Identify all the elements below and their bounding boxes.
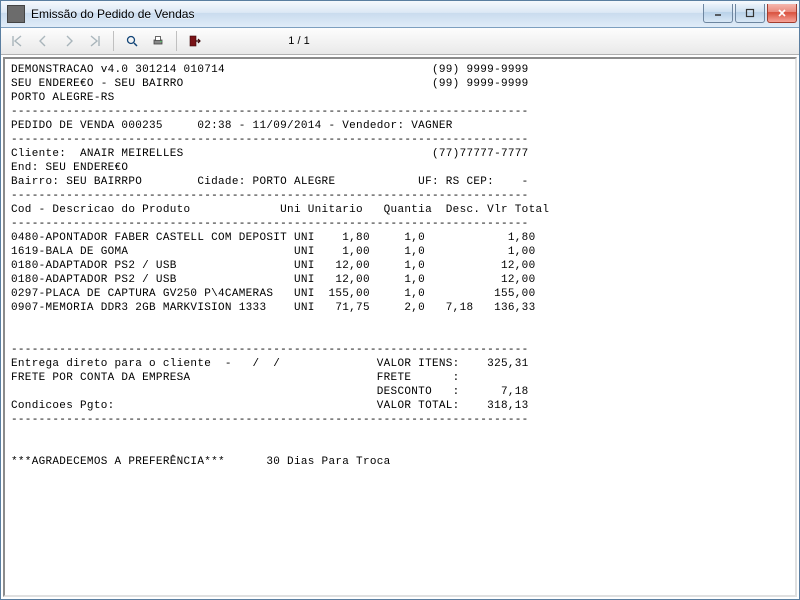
last-page-button[interactable] (83, 29, 107, 53)
report-viewport[interactable]: DEMONSTRACAO v4.0 301214 010714 (99) 999… (3, 57, 797, 597)
minimize-icon (713, 8, 723, 18)
next-page-button[interactable] (57, 29, 81, 53)
minimize-button[interactable] (703, 4, 733, 23)
page-indicator: 1 / 1 (259, 35, 339, 47)
report-body: DEMONSTRACAO v4.0 301214 010714 (99) 999… (5, 59, 795, 473)
prev-page-icon (36, 34, 50, 48)
app-icon (7, 5, 25, 23)
toolbar-separator (113, 31, 114, 51)
next-page-icon (62, 34, 76, 48)
exit-icon (188, 34, 202, 48)
first-page-icon (10, 34, 24, 48)
exit-button[interactable] (183, 29, 207, 53)
prev-page-button[interactable] (31, 29, 55, 53)
zoom-button[interactable] (120, 29, 144, 53)
toolbar-separator (176, 31, 177, 51)
print-button[interactable] (146, 29, 170, 53)
first-page-button[interactable] (5, 29, 29, 53)
window-frame: Emissão do Pedido de Vendas 1 / 1 DEMONS… (0, 0, 800, 600)
maximize-button[interactable] (735, 4, 765, 23)
magnifier-icon (125, 34, 139, 48)
window-buttons (701, 4, 797, 24)
toolbar: 1 / 1 (1, 28, 799, 55)
window-title: Emissão do Pedido de Vendas (31, 7, 701, 21)
close-icon (777, 8, 787, 18)
title-bar: Emissão do Pedido de Vendas (1, 1, 799, 28)
last-page-icon (88, 34, 102, 48)
maximize-icon (745, 8, 755, 18)
printer-icon (151, 34, 165, 48)
close-button[interactable] (767, 4, 797, 23)
